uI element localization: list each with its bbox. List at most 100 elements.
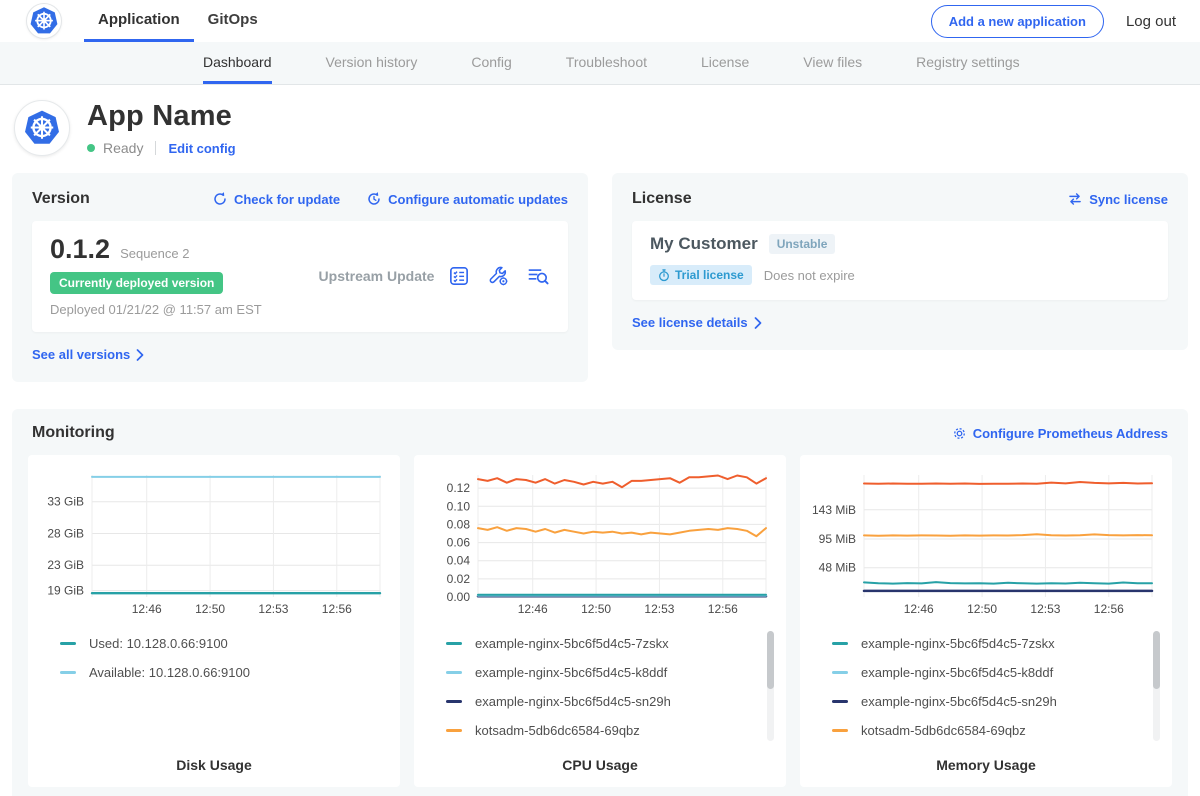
add-application-button[interactable]: Add a new application (931, 5, 1104, 38)
svg-text:0.02: 0.02 (447, 572, 471, 586)
topnav-right: Add a new application Log out (931, 5, 1176, 38)
tab-view-files[interactable]: View files (803, 42, 862, 84)
see-license-details-link[interactable]: See license details (632, 315, 762, 330)
legend-label: example-nginx-5bc6f5d4c5-7zskx (861, 636, 1055, 651)
app-avatar (14, 100, 70, 156)
version-source-label: Upstream Update (305, 268, 448, 284)
legend-swatch (446, 700, 462, 703)
svg-text:12:50: 12:50 (581, 602, 611, 616)
legend-label: Used: 10.128.0.66:9100 (89, 636, 228, 651)
version-number: 0.1.2 (50, 234, 110, 265)
memory-usage-chart-card: 48 MiB95 MiB143 MiB12:4612:5012:5312:56 … (800, 455, 1172, 787)
sync-license-icon (1067, 192, 1083, 206)
legend-label: kotsadm-5db6dc6584-69qbz (861, 723, 1026, 738)
memory-usage-chart: 48 MiB95 MiB143 MiB12:4612:5012:5312:56 (810, 467, 1162, 619)
svg-text:12:50: 12:50 (195, 602, 225, 616)
legend-scrollbar-thumb[interactable] (767, 631, 774, 689)
top-nav: Application GitOps Add a new application… (0, 0, 1200, 42)
svg-text:19 GiB: 19 GiB (47, 584, 84, 598)
svg-text:12:56: 12:56 (1094, 602, 1124, 616)
edit-config-link[interactable]: Edit config (168, 141, 235, 156)
sync-license-link[interactable]: Sync license (1067, 192, 1168, 207)
divider (155, 141, 156, 155)
topnav-tab-gitops[interactable]: GitOps (194, 0, 272, 42)
svg-text:28 GiB: 28 GiB (47, 526, 84, 540)
svg-text:0.04: 0.04 (447, 554, 471, 568)
license-card: My Customer Unstable Trial license Does … (632, 221, 1168, 300)
tab-config[interactable]: Config (471, 42, 511, 84)
tab-dashboard[interactable]: Dashboard (203, 42, 272, 84)
tab-license[interactable]: License (701, 42, 749, 84)
configure-automatic-updates-link[interactable]: Configure automatic updates (366, 191, 568, 207)
svg-text:12:53: 12:53 (258, 602, 288, 616)
trial-license-badge: Trial license (650, 265, 752, 285)
gear-icon (952, 426, 967, 441)
disk-usage-chart: 19 GiB23 GiB28 GiB33 GiB12:4612:5012:531… (38, 467, 390, 619)
chart-title: CPU Usage (418, 757, 782, 773)
config-wrench-icon[interactable] (487, 265, 509, 287)
see-license-details-row: See license details (632, 314, 1168, 332)
kubernetes-logo-icon[interactable] (26, 3, 62, 39)
legend-label: example-nginx-5bc6f5d4c5-k8ddf (475, 665, 667, 680)
preflight-checks-icon[interactable] (448, 265, 470, 287)
legend-item: example-nginx-5bc6f5d4c5-sn29h (832, 687, 1142, 716)
current-version-card: 0.1.2 Sequence 2 Currently deployed vers… (32, 221, 568, 332)
svg-text:12:53: 12:53 (644, 602, 674, 616)
legend-label: example-nginx-5bc6f5d4c5-sn29h (861, 694, 1057, 709)
status-text: Ready (103, 140, 143, 156)
stopwatch-icon (658, 269, 670, 282)
channel-badge: Unstable (769, 234, 836, 254)
legend-item: example-nginx-5bc6f5d4c5-k8ddf (832, 658, 1142, 687)
legend-item: example-nginx-5bc6f5d4c5-7zskx (832, 629, 1142, 658)
logout-link[interactable]: Log out (1126, 13, 1176, 30)
version-sequence: Sequence 2 (120, 246, 189, 261)
legend-item: kotsadm-5db6dc6584-69qbz (832, 716, 1142, 745)
check-for-update-link[interactable]: Check for update (212, 191, 340, 207)
chart-title: Disk Usage (32, 757, 396, 773)
legend-swatch (832, 729, 848, 732)
svg-text:143 MiB: 143 MiB (812, 503, 856, 517)
svg-text:0.06: 0.06 (447, 536, 471, 550)
legend-item: example-nginx-5bc6f5d4c5-sn29h (446, 687, 756, 716)
svg-text:12:53: 12:53 (1030, 602, 1060, 616)
app-header-text: App Name Ready Edit config (87, 100, 236, 156)
topnav-tab-application[interactable]: Application (84, 0, 194, 42)
customer-name: My Customer (650, 234, 758, 254)
check-for-update-icon (212, 191, 228, 207)
tab-troubleshoot[interactable]: Troubleshoot (566, 42, 647, 84)
legend-label: Available: 10.128.0.66:9100 (89, 665, 250, 680)
svg-text:0.12: 0.12 (447, 481, 471, 495)
legend-swatch (60, 671, 76, 674)
deployed-timestamp: Deployed 01/21/22 @ 11:57 am EST (50, 302, 305, 317)
tab-version-history[interactable]: Version history (326, 42, 418, 84)
tab-registry-settings[interactable]: Registry settings (916, 42, 1019, 84)
legend-label: kotsadm-5db6dc6584-69qbz (475, 723, 640, 738)
monitoring-title: Monitoring (32, 424, 115, 442)
legend-item: kotsadm-5db6dc6584-69qbz (446, 716, 756, 745)
legend-swatch (446, 729, 462, 732)
legend-scrollbar-thumb[interactable] (1153, 631, 1160, 689)
app-header: App Name Ready Edit config (0, 85, 1200, 173)
svg-text:0.10: 0.10 (447, 499, 471, 513)
svg-text:12:46: 12:46 (132, 602, 162, 616)
disk-usage-chart-card: 19 GiB23 GiB28 GiB33 GiB12:4612:5012:531… (28, 455, 400, 787)
cpu-usage-chart-card: 0.000.020.040.060.080.100.1212:4612:5012… (414, 455, 786, 787)
kubernetes-helm-icon (23, 109, 61, 147)
app-subnav: Dashboard Version history Config Trouble… (0, 42, 1200, 85)
legend-swatch (446, 642, 462, 645)
svg-text:12:46: 12:46 (518, 602, 548, 616)
configure-prometheus-link[interactable]: Configure Prometheus Address (952, 426, 1168, 441)
monitoring-panel: Monitoring Configure Prometheus Address … (12, 409, 1188, 796)
version-panel-title: Version (32, 190, 90, 208)
svg-text:48 MiB: 48 MiB (819, 561, 856, 575)
view-diff-icon[interactable] (526, 265, 550, 287)
cards-row: Version Check for update Configure au (0, 173, 1200, 382)
legend-label: example-nginx-5bc6f5d4c5-7zskx (475, 636, 669, 651)
legend-swatch (832, 700, 848, 703)
svg-text:0.08: 0.08 (447, 517, 471, 531)
chevron-right-icon (136, 349, 144, 361)
configure-auto-updates-icon (366, 191, 382, 207)
license-panel: License Sync license My Customer Unstabl… (612, 173, 1188, 350)
disk-usage-legend: Used: 10.128.0.66:9100 Available: 10.128… (60, 629, 396, 747)
see-all-versions-link[interactable]: See all versions (32, 347, 144, 362)
